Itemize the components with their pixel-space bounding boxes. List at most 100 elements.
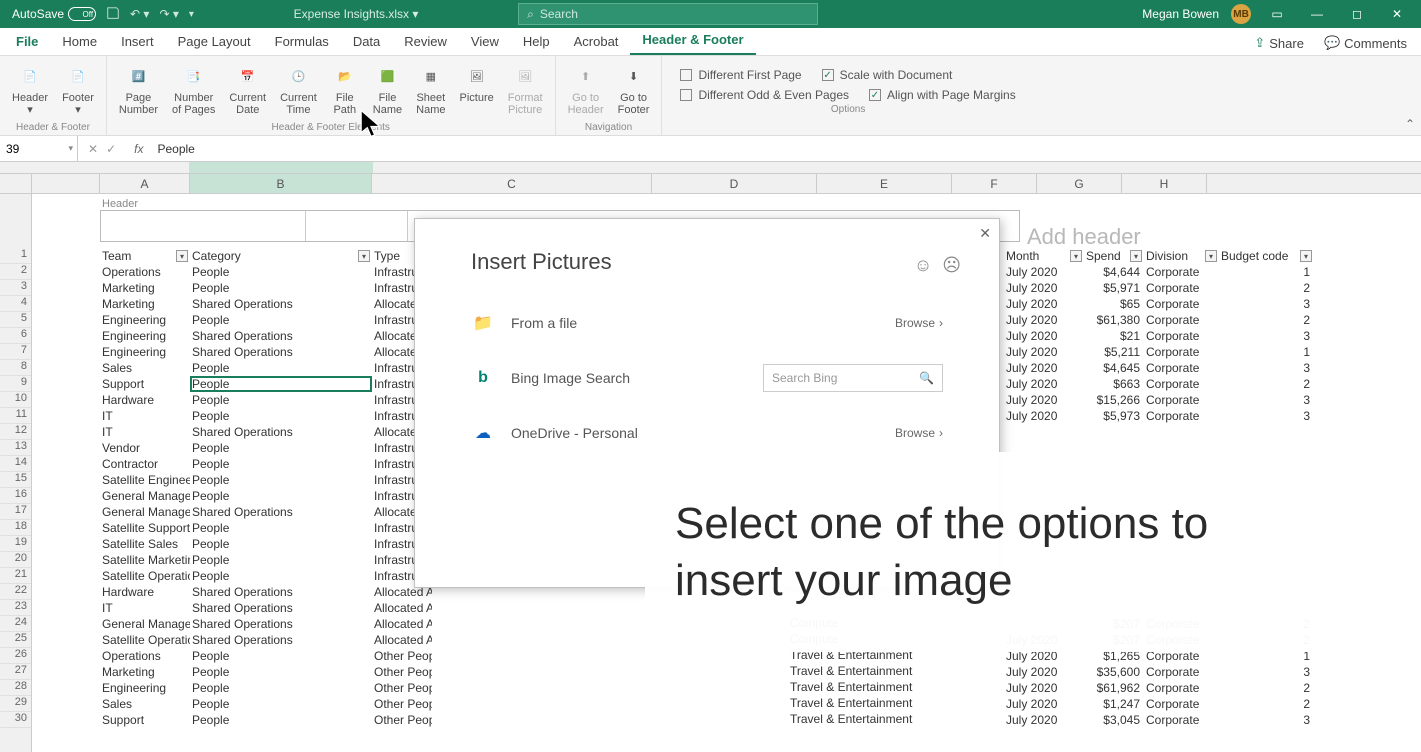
row-header-6[interactable]: 6 — [0, 328, 31, 344]
row-header-26[interactable]: 26 — [0, 648, 31, 664]
col-header-G[interactable]: G — [1037, 174, 1122, 193]
table-row[interactable]: EngineeringShared OperationsAllocate — [100, 344, 432, 360]
table-row[interactable]: VendorPeopleInfrastru — [100, 440, 432, 456]
browse-file-link[interactable]: Browse › — [895, 316, 943, 330]
row-header-21[interactable]: 21 — [0, 568, 31, 584]
formula-input[interactable]: People — [151, 142, 1421, 156]
table-row[interactable]: EngineeringPeopleOther People — [100, 680, 432, 696]
filter-icon[interactable]: ▾ — [176, 250, 188, 262]
table-row[interactable]: July 2020$3,045Corporate3 — [1004, 712, 1314, 728]
table-row[interactable]: SalesPeopleOther People — [100, 696, 432, 712]
share-button[interactable]: ⇪ Share — [1244, 31, 1314, 55]
row-header-2[interactable]: 2 — [0, 264, 31, 280]
feedback-frown-icon[interactable]: ☹ — [942, 255, 961, 276]
row-header-28[interactable]: 28 — [0, 680, 31, 696]
table-row[interactable]: July 2020$4,644Corporate1 — [1004, 264, 1314, 280]
row-header-3[interactable]: 3 — [0, 280, 31, 296]
table-row[interactable]: July 2020$4,645Corporate3 — [1004, 360, 1314, 376]
col-header-B[interactable]: B — [190, 174, 372, 193]
tab-acrobat[interactable]: Acrobat — [562, 28, 631, 55]
table-row[interactable]: ITShared OperationsAllocated Azure — [100, 600, 432, 616]
table-row[interactable]: Satellite EngineeriPeopleInfrastru — [100, 472, 432, 488]
comments-button[interactable]: 💬 Comments — [1314, 31, 1417, 55]
row-header-4[interactable]: 4 — [0, 296, 31, 312]
table-row[interactable] — [1004, 424, 1314, 440]
ribbon-display-icon[interactable]: ▭ — [1263, 4, 1291, 24]
row-header-11[interactable]: 11 — [0, 408, 31, 424]
table-row[interactable]: Satellite SupportPeopleInfrastru — [100, 520, 432, 536]
close-icon[interactable]: ✕ — [1383, 4, 1411, 24]
col-header-C[interactable]: C — [372, 174, 652, 193]
from-file-option[interactable]: 📁 From a file Browse › — [471, 295, 943, 350]
filter-icon[interactable]: ▾ — [1300, 250, 1312, 262]
bing-search-input[interactable]: Search Bing 🔍 — [763, 364, 943, 392]
opt-diff-odd[interactable]: Different Odd & Even Pages — [680, 88, 849, 102]
row-header-22[interactable]: 22 — [0, 584, 31, 600]
dialog-close-button[interactable]: ✕ — [979, 225, 991, 242]
table-row[interactable]: July 2020$5,971Corporate2 — [1004, 280, 1314, 296]
table-row[interactable]: General ManagemPeopleInfrastru — [100, 488, 432, 504]
row-header-13[interactable]: 13 — [0, 440, 31, 456]
table-row[interactable]: July 2020$15,266Corporate3 — [1004, 392, 1314, 408]
header-left2[interactable] — [306, 211, 409, 241]
col-header-E[interactable]: E — [817, 174, 952, 193]
th-month[interactable]: Month▾ — [1004, 249, 1084, 263]
bing-search-icon[interactable]: 🔍 — [919, 371, 934, 385]
fx-icon[interactable]: fx — [126, 142, 151, 156]
cancel-fx-icon[interactable]: ✕ — [88, 142, 98, 156]
filter-icon[interactable]: ▾ — [358, 250, 370, 262]
browse-onedrive-link[interactable]: Browse › — [895, 426, 943, 440]
file-path-button[interactable]: 📂FilePath — [325, 60, 365, 120]
filename[interactable]: Expense Insights.xlsx ▾ — [194, 7, 518, 21]
autosave-toggle[interactable]: AutoSave Off — [12, 7, 96, 21]
row-header-14[interactable]: 14 — [0, 456, 31, 472]
tab-insert[interactable]: Insert — [109, 28, 166, 55]
table-row[interactable]: EngineeringShared OperationsAllocate — [100, 328, 432, 344]
table-row[interactable]: July 2020$5,211Corporate1 — [1004, 344, 1314, 360]
tab-data[interactable]: Data — [341, 28, 392, 55]
row-header-7[interactable]: 7 — [0, 344, 31, 360]
row-header-29[interactable]: 29 — [0, 696, 31, 712]
table-row[interactable]: MarketingPeopleInfrastru — [100, 280, 432, 296]
row-header-1[interactable]: 1 — [0, 248, 31, 264]
tab-view[interactable]: View — [459, 28, 511, 55]
table-row[interactable]: ITShared OperationsAllocate — [100, 424, 432, 440]
autosave-switch[interactable]: Off — [68, 7, 96, 21]
table-row[interactable]: OperationsPeopleInfrastru — [100, 264, 432, 280]
th-division[interactable]: Division▾ — [1144, 249, 1219, 263]
data-table-left[interactable]: Team▾Category▾Type▾OperationsPeopleInfra… — [100, 248, 432, 728]
th-spend[interactable]: Spend▾ — [1084, 249, 1144, 263]
table-row[interactable]: ITPeopleInfrastru — [100, 408, 432, 424]
col-header-A[interactable]: A — [100, 174, 190, 193]
table-row[interactable]: OperationsPeopleOther People — [100, 648, 432, 664]
tab-page-layout[interactable]: Page Layout — [166, 28, 263, 55]
current-date-button[interactable]: 📅CurrentDate — [223, 60, 272, 120]
select-all-corner[interactable] — [0, 174, 32, 193]
table-row[interactable]: ContractorPeopleInfrastru — [100, 456, 432, 472]
table-row[interactable]: General ManagemShared OperationsAllocate… — [100, 616, 432, 632]
row-header-27[interactable]: 27 — [0, 664, 31, 680]
row-header-10[interactable]: 10 — [0, 392, 31, 408]
accept-fx-icon[interactable]: ✓ — [106, 142, 116, 156]
row-header-30[interactable]: 30 — [0, 712, 31, 728]
header-button[interactable]: 📄Header▾ — [6, 60, 54, 120]
table-row[interactable]: Satellite MarketinPeopleInfrastructure — [100, 552, 432, 568]
table-row[interactable]: July 2020$65Corporate3 — [1004, 296, 1314, 312]
row-header-8[interactable]: 8 — [0, 360, 31, 376]
row-header-5[interactable]: 5 — [0, 312, 31, 328]
table-row[interactable]: MarketingShared OperationsAllocate — [100, 296, 432, 312]
row-header-17[interactable]: 17 — [0, 504, 31, 520]
page-number-button[interactable]: #️⃣PageNumber — [113, 60, 164, 120]
table-row[interactable]: July 2020$61,962Corporate2 — [1004, 680, 1314, 696]
bing-search-option[interactable]: b Bing Image Search Search Bing 🔍 — [471, 350, 943, 405]
feedback-smile-icon[interactable]: ☺ — [914, 255, 932, 276]
table-row[interactable]: Satellite SalesPeopleInfrastru — [100, 536, 432, 552]
opt-align[interactable]: ✓Align with Page Margins — [869, 88, 1016, 102]
row-header-20[interactable]: 20 — [0, 552, 31, 568]
sheet-name-button[interactable]: ▦SheetName — [410, 60, 451, 120]
table-row[interactable]: SupportPeopleOther People — [100, 712, 432, 728]
table-row[interactable]: July 2020$35,600Corporate3 — [1004, 664, 1314, 680]
col-header-F[interactable]: F — [952, 174, 1037, 193]
col-header-H[interactable]: H — [1122, 174, 1207, 193]
opt-diff-first[interactable]: Different First Page — [680, 68, 801, 82]
